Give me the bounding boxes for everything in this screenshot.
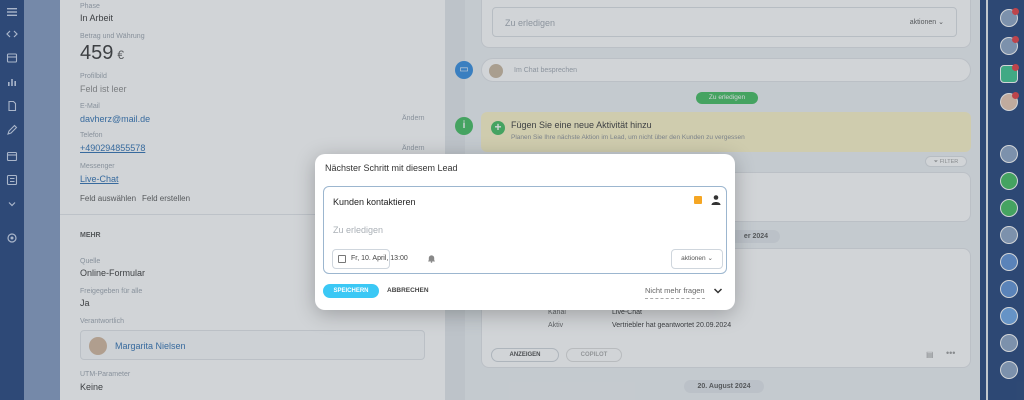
task-title-input[interactable]: Kunden kontaktieren (333, 197, 416, 207)
cancel-button[interactable]: ABBRECHEN (387, 284, 429, 298)
priority-icon[interactable] (694, 196, 702, 204)
task-editor[interactable]: Kunden kontaktieren Zu erledigen Fr, 10.… (323, 186, 727, 274)
user-icon[interactable] (710, 194, 722, 206)
save-button[interactable]: SPEICHERN (323, 284, 379, 298)
deadline-value: Fr, 10. April, 13:00 (351, 255, 408, 262)
actions-dropdown[interactable]: aktionen ⌄ (671, 249, 723, 269)
task-description-input[interactable]: Zu erledigen (333, 225, 383, 235)
dialog-title: Nächster Schritt mit diesem Lead (325, 163, 458, 173)
next-step-dialog: Nächster Schritt mit diesem Lead Kunden … (315, 154, 735, 310)
bell-icon[interactable] (427, 254, 436, 263)
dont-ask-again-link[interactable]: Nicht mehr fragen (645, 284, 705, 299)
deadline-picker[interactable]: Fr, 10. April, 13:00 (332, 249, 408, 269)
calendar-icon (338, 255, 346, 263)
chevron-down-icon[interactable] (713, 287, 723, 295)
actions-label: aktionen (681, 255, 706, 262)
